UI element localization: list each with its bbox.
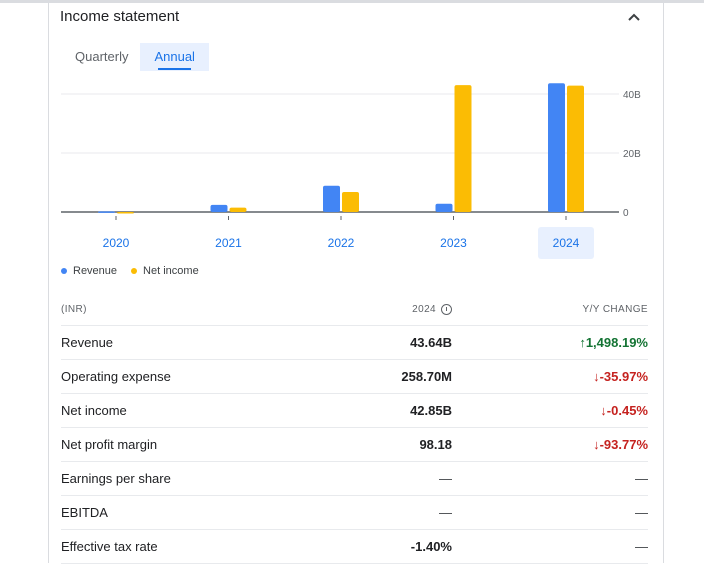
row-label: Effective tax rate [61, 539, 158, 554]
row-label: Earnings per share [61, 471, 171, 486]
legend-revenue-dot [61, 268, 67, 274]
table-row: EBITDA — — [61, 496, 648, 530]
table-header: (INR) 2024 Y/Y CHANGE [61, 293, 648, 326]
revenue-bar [323, 185, 340, 212]
net-income-bar [342, 191, 359, 212]
net-income-bar [229, 207, 247, 212]
y-tick-label: 40B [623, 90, 641, 101]
table-row: Effective tax rate -1.40% — [61, 530, 648, 564]
row-change: — [635, 539, 648, 554]
change-value: -93.77% [599, 437, 648, 452]
financial-table: (INR) 2024 Y/Y CHANGE Revenue 43.64B ↑1,49… [61, 293, 648, 564]
legend-net-income-dot [131, 268, 138, 274]
row-change: ↓-0.45% [452, 403, 648, 418]
change-value: 1,498.19% [585, 335, 648, 350]
header-period: 2024 [361, 303, 452, 315]
row-change: ↓-93.77% [452, 437, 648, 452]
row-value: 42.85B [410, 403, 452, 418]
revenue-bar [548, 83, 565, 213]
legend-revenue-label: Revenue [73, 265, 118, 277]
y-tick-label: 20B [623, 149, 641, 160]
row-change: ↓-35.97% [452, 369, 648, 384]
row-value: 98.18 [419, 437, 452, 452]
row-value: -1.40% [410, 539, 452, 554]
change-value: -0.45% [606, 403, 648, 418]
legend-revenue: Revenue [61, 265, 117, 277]
change-value: -35.97% [599, 369, 648, 384]
row-change: ↑1,498.19% [452, 335, 648, 350]
table-row: Earnings per share — — [61, 462, 648, 496]
income-statement-card: Income statement Quarterly Annual 0 20B 40… [48, 3, 664, 564]
row-label: Net profit margin [61, 437, 158, 452]
revenue-bar [210, 204, 228, 212]
row-change: — [635, 471, 648, 486]
y-tick-label: 0 [623, 208, 629, 219]
row-change: — [635, 505, 648, 520]
row-label: Revenue [61, 335, 114, 350]
row-value: — [439, 471, 452, 486]
table-row: Revenue 43.64B ↑1,498.19% [61, 326, 648, 360]
x-tick-label: 2021 [215, 236, 242, 250]
x-tick-label: 2022 [328, 236, 355, 250]
header-change: Y/Y CHANGE [582, 303, 648, 315]
row-value: — [439, 505, 452, 520]
row-label: EBITDA [61, 505, 108, 520]
net-income-bar [117, 212, 134, 214]
x-tick-label: 2023 [440, 236, 467, 250]
table-body: Revenue 43.64B ↑1,498.19% Operating expense… [61, 326, 648, 564]
net-income-bar [454, 85, 472, 212]
row-value: 258.70M [401, 369, 452, 384]
revenue-bar [98, 211, 115, 213]
table-row: Net profit margin 98.18 ↓-93.77% [61, 428, 648, 462]
legend-net-income: Net income [131, 265, 199, 277]
header-currency: (INR) [61, 303, 87, 315]
row-label: Operating expense [61, 369, 171, 384]
x-tick-label: 2020 [103, 236, 130, 250]
row-value: 43.64B [410, 335, 452, 350]
legend-net-income-label: Net income [143, 265, 199, 277]
net-income-bar [567, 85, 584, 212]
income-chart: 0 20B 40B 2020 2021 2022 2023 2024 [61, 83, 641, 259]
table-row: Operating expense 258.70M ↓-35.97% [61, 360, 648, 394]
revenue-bar [435, 203, 453, 212]
chart-legend: Revenue Net income [61, 265, 213, 277]
x-tick-label: 2024 [553, 236, 580, 250]
row-label: Net income [61, 403, 127, 418]
info-icon[interactable] [441, 303, 452, 315]
header-period-label: 2024 [412, 303, 436, 315]
table-row: Net income 42.85B ↓-0.45% [61, 394, 648, 428]
